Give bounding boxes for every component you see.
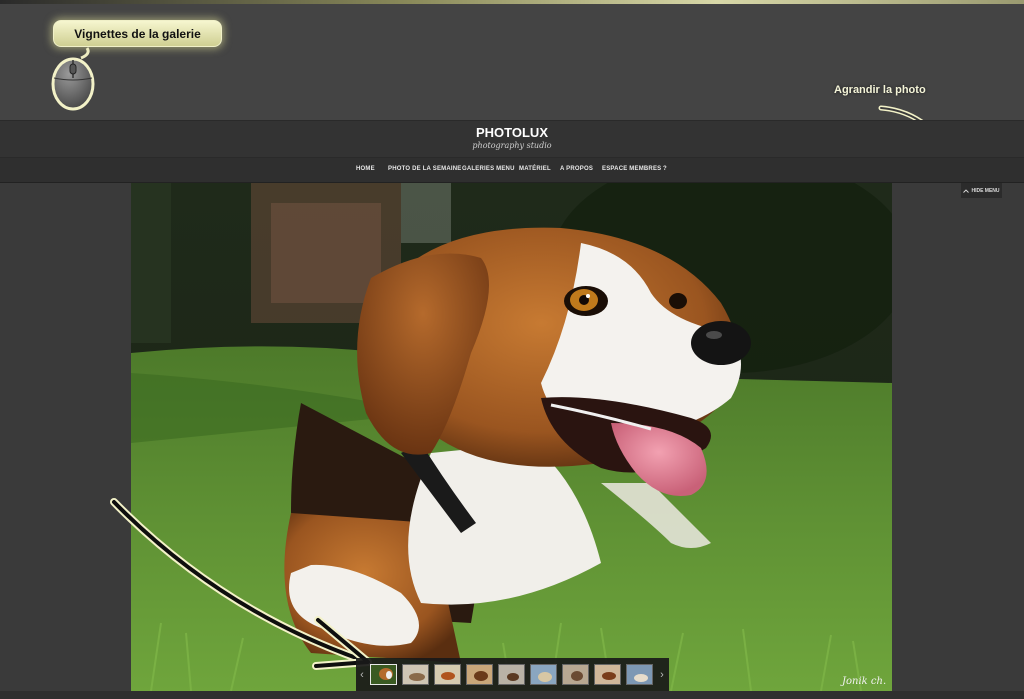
thumbnail-image [563,665,588,684]
site-brand[interactable]: PHOTOLUX [462,125,562,141]
main-navigation: HOME PHOTO DE LA SEMAINE GALERIES MENU M… [0,158,1024,183]
chevron-right-icon: › [660,668,664,681]
chevron-left-icon: ‹ [360,668,364,681]
thumbnail-image [403,665,428,684]
thumbnail-4[interactable] [466,664,493,685]
thumbnails-next-button[interactable]: › [656,658,668,691]
thumbnail-7[interactable] [562,664,589,685]
nav-item-photo-de-la-semaine[interactable]: PHOTO DE LA SEMAINE [388,166,461,176]
nav-item-help[interactable]: ? [663,166,667,176]
thumbnail-3[interactable] [434,664,461,685]
thumbnail-strip: ‹ › [356,658,669,691]
thumbnail-5[interactable] [498,664,525,685]
enlarge-tip-text: Agrandir la photo [834,84,926,96]
thumbnail-2[interactable] [402,664,429,685]
arrow-to-thumbnails-icon [110,498,372,670]
hide-menu-button[interactable]: HIDE MENU [961,183,1002,198]
thumbnail-image [531,665,556,684]
site-tagline: photography studio [472,141,552,150]
thumbnail-image [595,665,620,684]
thumbnail-9[interactable] [626,664,653,685]
bottom-bar [0,691,1024,699]
thumbnails-tip-text: Vignettes de la galerie [74,26,201,41]
thumbnail-image [371,665,396,684]
photo-signature: Jonik ch. [842,676,887,687]
mouse-icon [51,47,95,111]
hide-menu-label: HIDE MENU [971,187,1000,194]
thumbnail-image [467,665,492,684]
site-header: PHOTOLUX photography studio [0,120,1024,158]
thumbnail-image [499,665,524,684]
nav-item-a-propos[interactable]: A PROPOS [560,166,593,176]
thumbnail-8[interactable] [594,664,621,685]
nav-item-home[interactable]: HOME [356,166,375,176]
nav-item-materiel[interactable]: MATÉRIEL [519,166,551,176]
nav-item-galeries-menu[interactable]: GALERIES MENU [462,166,515,176]
thumbnail-6[interactable] [530,664,557,685]
chevron-up-icon [963,188,970,193]
thumbnails-prev-button[interactable]: ‹ [356,658,368,691]
thumbnail-image [627,665,652,684]
thumbnail-image [435,665,460,684]
nav-item-espace-membres[interactable]: ESPACE MEMBRES [602,166,661,176]
thumbnails-tip-bubble: Vignettes de la galerie [53,20,222,47]
thumbnail-1[interactable] [370,664,397,685]
